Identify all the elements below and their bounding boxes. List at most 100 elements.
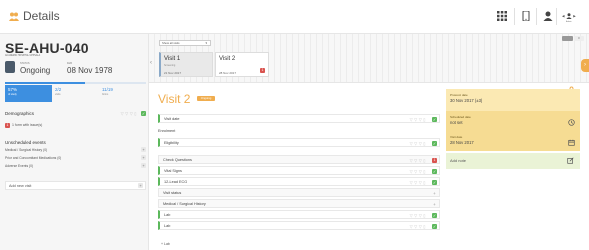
unscheduled-item-medications[interactable]: Prior and Concomitant Medications (0) + — [5, 155, 146, 161]
visit-date-card[interactable]: Visit date 28 Nov 2017 — [446, 131, 580, 151]
divider — [556, 8, 557, 25]
add-icon[interactable]: + — [141, 147, 146, 152]
form-row-lab-2[interactable]: Lab ▽▽▽▯ ✓ — [158, 221, 440, 230]
status-value: Ongoing — [20, 66, 51, 75]
form-status-icons: ▽▽▽▯ — [409, 180, 427, 185]
add-icon[interactable]: + — [141, 155, 146, 160]
form-name: Vital Signs — [164, 169, 182, 173]
visit-filter-select[interactable]: Show all visits ▾ — [159, 40, 211, 46]
issue-count-badge: 1 — [432, 158, 437, 163]
chevron-right-icon[interactable]: › — [581, 59, 589, 72]
form-name: Check Questions — [163, 158, 192, 162]
sub-lab-label: Lab — [164, 242, 170, 246]
check-icon: ✓ — [432, 213, 437, 218]
unscheduled-item-label: Prior and Concomitant Medications (0) — [5, 156, 62, 160]
demographics-row[interactable]: Demographics ▽▽▽▯ ✓ — [5, 110, 146, 118]
visit-subtitle: Screening — [164, 64, 176, 67]
form-name: Medical / Surgical History — [163, 202, 206, 206]
form-status-icons: ▽▽▽▯ — [409, 117, 427, 122]
unscheduled-item-adverse-events[interactable]: Adverse Events (0) + — [5, 163, 146, 169]
stat-study-value: 57% — [8, 87, 18, 92]
grid-icon[interactable] — [497, 11, 507, 21]
chevron-left-icon[interactable]: ◂ — [562, 13, 565, 19]
unscheduled-events-title: Unscheduled events — [5, 140, 46, 145]
page-title: Details — [23, 9, 60, 23]
stat-study-caption: of study — [8, 93, 17, 96]
chevron-right-icon[interactable]: ▸ — [573, 13, 576, 19]
check-icon: ✓ — [141, 111, 146, 116]
check-icon: ✓ — [432, 169, 437, 174]
protocol-date-label: Protocol date — [450, 93, 468, 97]
form-row-eligibility[interactable]: Eligibility ▽▽▽▯ ✓ — [158, 138, 440, 147]
protocol-date-value: 30 Nov 2017 (±3) — [450, 98, 483, 103]
visit-date: 21 Nov 2017 — [164, 71, 182, 75]
visit-date-value: 28 Nov 2017 — [450, 140, 474, 145]
edit-icon[interactable] — [567, 157, 574, 164]
scheduled-date-label: Scheduled date — [450, 115, 471, 119]
add-new-visit-button[interactable]: Add new visit + — [5, 181, 146, 190]
visit-date-label: Visit date — [450, 135, 463, 139]
avatar — [5, 61, 15, 73]
check-icon: ✓ — [432, 224, 437, 229]
issue-count-badge: 1 — [5, 123, 10, 128]
clock-icon[interactable] — [568, 119, 575, 126]
user-switch[interactable]: ◂ ▸ — [562, 13, 576, 19]
study-progress-bar — [5, 82, 146, 84]
visit-title: Visit 2 — [158, 92, 191, 106]
stat-visits-caption: visits — [55, 93, 61, 96]
section-enrolment: Enrolment — [158, 129, 176, 133]
stat-forms: 11/19 forms — [99, 85, 146, 102]
form-status-icons: ▽▽▽▯ — [120, 111, 138, 116]
form-status-icons: ▽▽▽▯ — [409, 224, 427, 229]
form-name: 12-Lead ECG — [164, 180, 188, 184]
visit-name: Visit 1 — [164, 56, 181, 62]
stat-forms-caption: forms — [102, 93, 109, 96]
user-icon[interactable] — [543, 11, 553, 21]
form-row-12-lead-ecg[interactable]: 12-Lead ECG ▽▽▽▯ ✓ — [158, 177, 440, 186]
chevron-down-icon: ▾ — [205, 41, 207, 45]
sub-lab-row[interactable]: + Lab — [161, 242, 170, 246]
form-row-lab-1[interactable]: Lab ▽▽▽▯ ✓ — [158, 210, 440, 219]
calendar-icon[interactable] — [568, 139, 575, 146]
form-status-icons: ▽▽▽▯ — [409, 141, 427, 146]
chevron-left-icon[interactable]: ‹ — [150, 60, 152, 66]
list-view-button[interactable]: ≡ — [574, 36, 584, 41]
form-row-visit-date[interactable]: Visit date ▽▽▽▯ ✓ — [158, 114, 440, 123]
subject-id: SE-AHU-040 — [5, 40, 89, 56]
site-name: ACADEMIC HOSPITAL UPPSALA — [5, 55, 41, 57]
unscheduled-item-label: Medical / Surgical History (0) — [5, 148, 48, 152]
visit-name: Visit 2 — [219, 56, 236, 62]
check-icon: ✓ — [432, 117, 437, 122]
add-icon[interactable]: + — [138, 183, 143, 188]
add-note-label: Add note — [450, 158, 467, 163]
tablet-icon[interactable] — [521, 11, 531, 21]
timeline-view-button[interactable] — [562, 36, 573, 41]
form-row-visit-status[interactable]: Visit status + — [158, 188, 440, 197]
stat-visits: 2/2 visits — [52, 85, 99, 102]
form-name: Visit date — [164, 117, 180, 121]
form-status-icons: ▽▽▽▯ — [409, 158, 427, 163]
issue-text[interactable]: 1 form with issue(s) — [12, 123, 42, 128]
form-row-check-questions[interactable]: Check Questions ▽▽▽▯ 1 — [158, 155, 440, 164]
unscheduled-item-label: Adverse Events (0) — [5, 164, 34, 168]
form-name: Visit status — [163, 191, 182, 195]
unscheduled-item-medical-history[interactable]: Medical / Surgical History (0) + — [5, 147, 146, 153]
check-icon: ✓ — [432, 141, 437, 146]
add-icon[interactable]: + — [141, 163, 146, 168]
stats-row: 57% of study 2/2 visits 11/19 forms — [5, 85, 146, 102]
user-name: Admin — [566, 21, 572, 23]
add-note-button[interactable]: Add note — [446, 153, 580, 169]
visit-card-2[interactable]: Visit 2 28 Nov 2017 1 — [215, 52, 269, 77]
form-row-vital-signs[interactable]: Vital Signs ▽▽▽▯ ✓ — [158, 166, 440, 175]
add-icon[interactable]: + — [432, 191, 437, 196]
visit-card-1[interactable]: Visit 1 Screening 21 Nov 2017 — [159, 52, 213, 77]
protocol-date-card: Protocol date 30 Nov 2017 (±3) — [446, 89, 580, 111]
status-badge: Ongoing — [197, 96, 215, 101]
form-name: Eligibility — [164, 141, 179, 145]
form-row-medical-history[interactable]: Medical / Surgical History + — [158, 199, 440, 208]
add-icon[interactable]: + — [432, 202, 437, 207]
status-label: STATUS — [20, 62, 30, 65]
view-toggle[interactable]: ≡ — [562, 36, 584, 41]
form-name: Lab — [164, 224, 171, 228]
scheduled-date-card[interactable]: Scheduled date not set — [446, 111, 580, 131]
